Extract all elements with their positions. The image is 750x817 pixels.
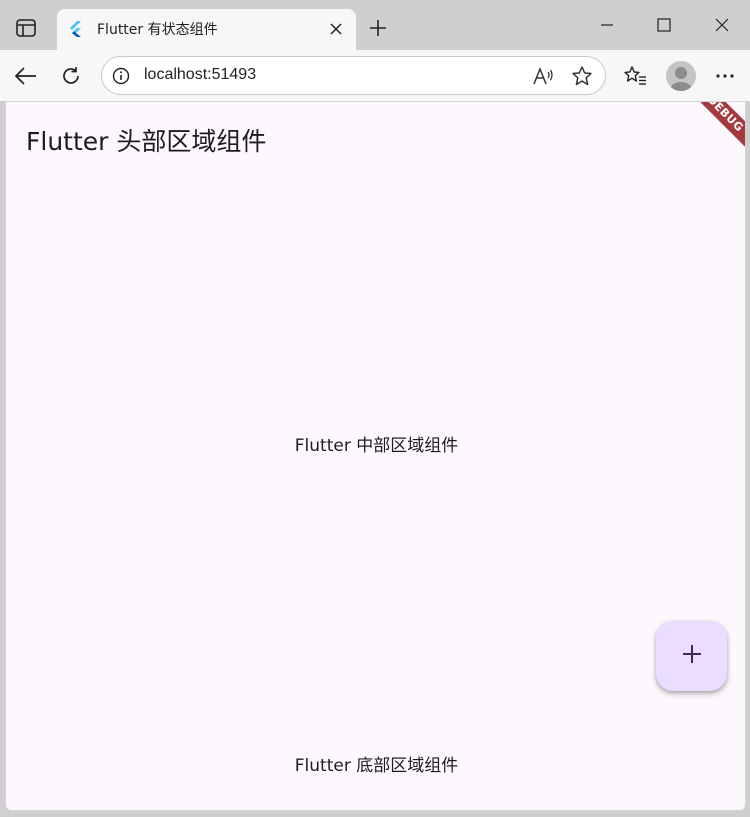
footer-text: Flutter 底部区域组件	[294, 756, 459, 776]
browser-toolbar: localhost:51493	[0, 50, 750, 101]
close-window-icon[interactable]	[705, 10, 739, 40]
minimize-icon[interactable]	[590, 10, 624, 40]
plus-icon	[682, 644, 702, 668]
center-text: Flutter 中部区域组件	[294, 436, 459, 456]
browser-tab[interactable]: Flutter 有状态组件	[57, 9, 356, 50]
info-icon[interactable]	[112, 67, 130, 85]
plus-icon[interactable]	[366, 16, 390, 40]
address-bar[interactable]: localhost:51493	[101, 56, 606, 95]
read-aloud-icon[interactable]	[532, 65, 554, 87]
sidebar-icon[interactable]	[10, 14, 42, 42]
flutter-logo-icon	[67, 20, 85, 38]
refresh-icon[interactable]	[55, 60, 87, 92]
page-title: Flutter 头部区域组件	[26, 127, 267, 156]
browser-titlebar: Flutter 有状态组件	[0, 0, 750, 50]
tab-title: Flutter 有状态组件	[97, 22, 218, 38]
add-fab-button[interactable]	[656, 621, 727, 691]
app-viewport: Flutter 头部区域组件 Flutter 中部区域组件 Flutter 底部…	[5, 101, 746, 811]
avatar[interactable]	[666, 61, 696, 91]
close-icon[interactable]	[326, 19, 346, 39]
back-arrow-icon[interactable]	[10, 60, 42, 92]
star-icon[interactable]	[571, 65, 593, 87]
address-text[interactable]: localhost:51493	[144, 66, 256, 84]
more-icon[interactable]	[709, 60, 741, 92]
maximize-icon[interactable]	[647, 10, 681, 40]
favorites-list-icon[interactable]	[619, 60, 651, 92]
debug-banner: DEBUG	[669, 102, 745, 170]
